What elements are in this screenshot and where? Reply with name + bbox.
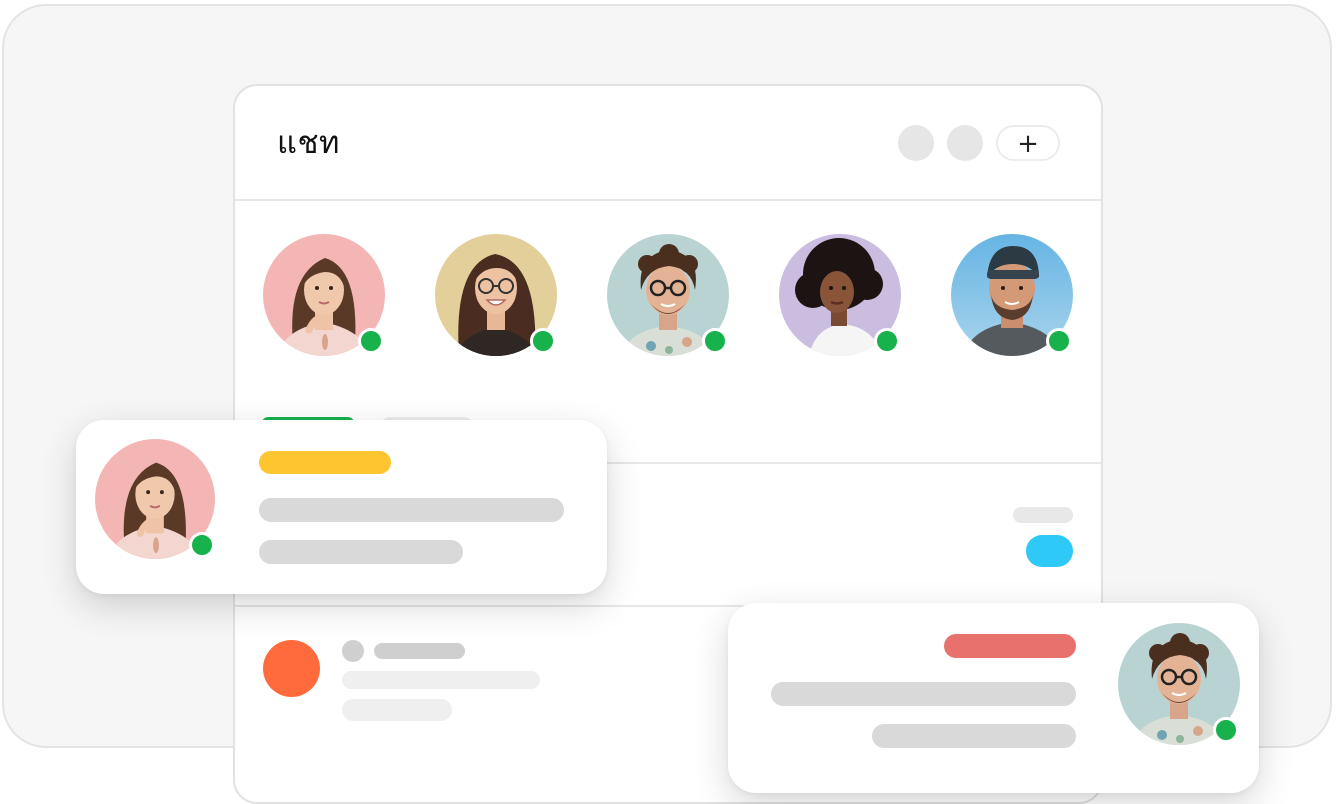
message-line-placeholder xyxy=(259,498,564,522)
sender-name-placeholder xyxy=(259,451,391,474)
name-placeholder xyxy=(374,643,465,659)
message-placeholder xyxy=(342,671,540,689)
sender-name-placeholder xyxy=(944,634,1076,658)
header-divider xyxy=(235,199,1101,201)
message-placeholder xyxy=(342,699,452,721)
timestamp-placeholder xyxy=(1013,507,1073,523)
page-title: แชท xyxy=(277,125,340,161)
header-action-button[interactable] xyxy=(947,125,983,161)
online-status-dot xyxy=(874,328,900,354)
message-line-placeholder xyxy=(771,682,1076,706)
online-status-dot xyxy=(1046,328,1072,354)
online-status-dot xyxy=(530,328,556,354)
conversation-avatar[interactable] xyxy=(263,640,320,697)
unread-badge xyxy=(1026,535,1073,567)
message-line-placeholder xyxy=(872,724,1076,748)
online-status-dot xyxy=(1213,717,1239,743)
online-status-dot xyxy=(358,328,384,354)
plus-icon: + xyxy=(1017,129,1039,159)
online-status-dot xyxy=(702,328,728,354)
header-action-button[interactable] xyxy=(898,125,934,161)
message-line-placeholder xyxy=(259,540,463,564)
new-chat-button[interactable]: + xyxy=(996,125,1060,161)
online-status-dot xyxy=(189,532,215,558)
status-icon xyxy=(342,640,364,662)
